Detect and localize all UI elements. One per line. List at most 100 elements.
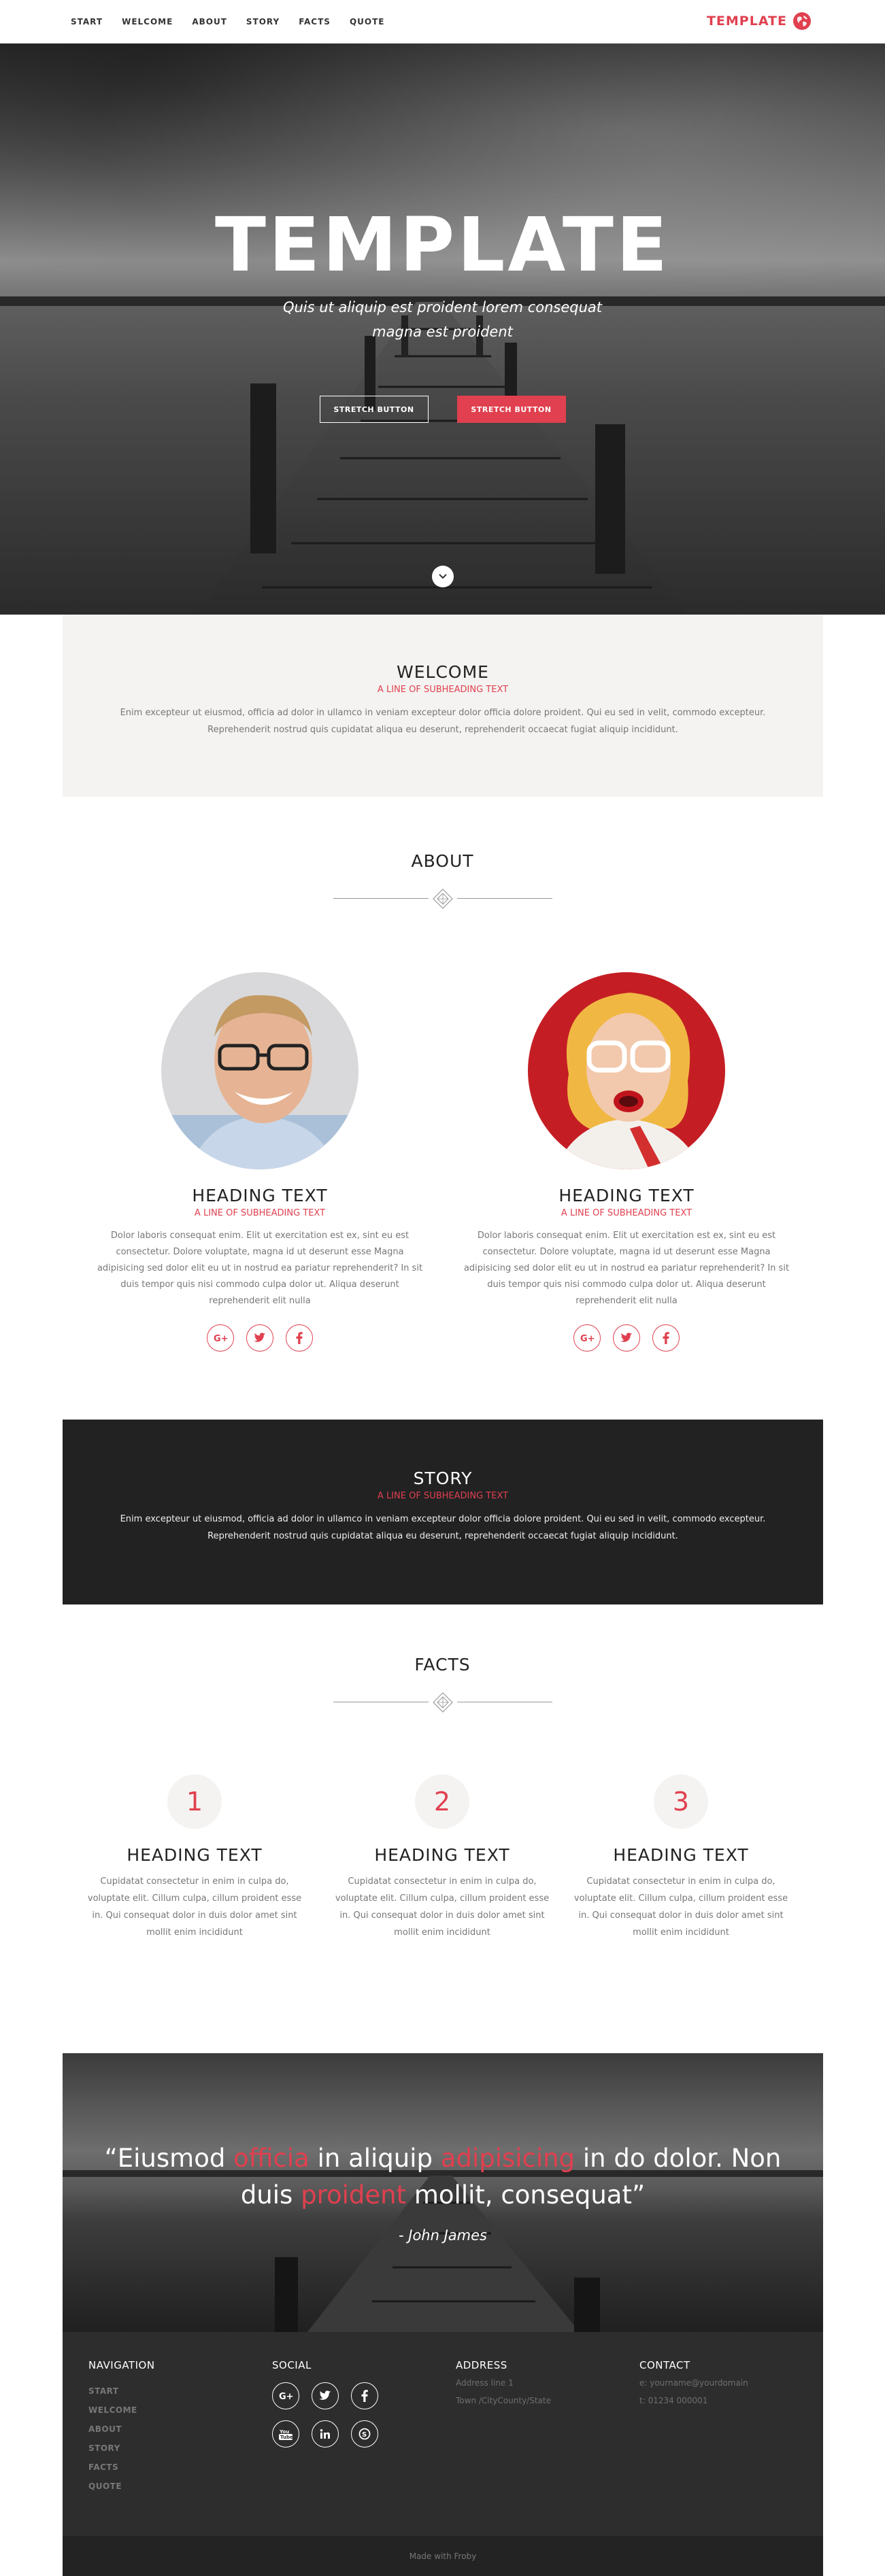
fact-number: 3 bbox=[654, 1774, 708, 1829]
stretch-button-outline[interactable]: STRETCH BUTTON bbox=[319, 396, 429, 423]
welcome-section: WELCOME A LINE OF SUBHEADING TEXT Enim e… bbox=[63, 615, 823, 797]
facebook-icon bbox=[663, 1332, 669, 1344]
footer-navigation-title: NAVIGATION bbox=[88, 2359, 155, 2371]
about-person-2: HEADING TEXT A LINE OF SUBHEADING TEXT D… bbox=[450, 972, 803, 1352]
about-title: ABOUT bbox=[411, 851, 474, 871]
google-plus-button[interactable]: G+ bbox=[573, 1324, 601, 1352]
quote-author: - John James bbox=[399, 2227, 487, 2244]
facts-title: FACTS bbox=[414, 1655, 471, 1675]
facebook-button[interactable] bbox=[286, 1324, 313, 1352]
footer-contact-phone[interactable]: t: 01234 000001 bbox=[639, 2394, 809, 2407]
fact-number: 2 bbox=[415, 1774, 469, 1829]
twitter-icon bbox=[254, 1333, 266, 1342]
nav-link-facts[interactable]: FACTS bbox=[289, 17, 340, 27]
story-title: STORY bbox=[413, 1469, 473, 1488]
globe-icon bbox=[793, 12, 811, 30]
made-with-credit[interactable]: Made with Froby bbox=[410, 2552, 477, 2561]
person-1-socials: G+ bbox=[83, 1324, 437, 1352]
footer-contact-email[interactable]: e: yourname@yourdomain bbox=[639, 2377, 809, 2389]
welcome-title: WELCOME bbox=[397, 662, 489, 682]
hero-title: TEMPLATE bbox=[214, 201, 671, 288]
footer-twitter-button[interactable] bbox=[312, 2382, 339, 2409]
avatar-woman bbox=[528, 972, 725, 1169]
footer-social-title: SOCIAL bbox=[272, 2359, 312, 2371]
hero-buttons: STRETCH BUTTON STRETCH BUTTON bbox=[0, 396, 885, 423]
footer-link-about[interactable]: ABOUT bbox=[88, 2424, 258, 2434]
fact-heading: HEADING TEXT bbox=[374, 1845, 510, 1865]
footer-navigation: NAVIGATION START WELCOME ABOUT STORY FAC… bbox=[88, 2359, 258, 2491]
story-subheading: A LINE OF SUBHEADING TEXT bbox=[377, 1491, 509, 1501]
facts-header: FACTS bbox=[0, 1655, 885, 1713]
nav-link-quote[interactable]: QUOTE bbox=[340, 17, 395, 27]
fact-text: Cupidatat consectetur in enim in culpa d… bbox=[87, 1876, 302, 1938]
svg-text:G+: G+ bbox=[214, 1334, 228, 1343]
section-divider bbox=[333, 889, 552, 909]
footer-google-plus-button[interactable]: G+ bbox=[272, 2382, 299, 2409]
fact-item-1: 1 HEADING TEXT Cupidatat consectetur in … bbox=[86, 1774, 303, 1941]
footer-link-start[interactable]: START bbox=[88, 2386, 258, 2396]
quote-text: “Eiusmod officia in aliquip adipisicing … bbox=[104, 2144, 782, 2210]
twitter-icon bbox=[319, 2390, 331, 2400]
footer-link-welcome[interactable]: WELCOME bbox=[88, 2405, 258, 2415]
footer-contact-title: CONTACT bbox=[639, 2359, 690, 2371]
fact-item-3: 3 HEADING TEXT Cupidatat consectetur in … bbox=[572, 1774, 790, 1941]
nav-link-about[interactable]: ABOUT bbox=[182, 17, 237, 27]
welcome-text: Enim excepteur ut eiusmod, officia ad do… bbox=[120, 708, 766, 735]
footer-link-facts[interactable]: FACTS bbox=[88, 2462, 258, 2472]
nav-menu: START WELCOME ABOUT STORY FACTS QUOTE bbox=[63, 0, 394, 44]
svg-text:S: S bbox=[362, 2431, 367, 2439]
footer-youtube-button[interactable]: You Tube bbox=[272, 2420, 299, 2448]
nav-link-start[interactable]: START bbox=[63, 17, 112, 27]
footer-address-line-2: Town /CityCounty/State bbox=[456, 2396, 551, 2405]
section-divider bbox=[333, 1692, 552, 1713]
footer-contact: CONTACT e: yourname@yourdomain t: 01234 … bbox=[639, 2359, 809, 2407]
fact-heading: HEADING TEXT bbox=[613, 1845, 749, 1865]
quote-section: “Eiusmod officia in aliquip adipisicing … bbox=[63, 2053, 823, 2332]
footer-skype-button[interactable]: S bbox=[351, 2420, 378, 2448]
facebook-icon bbox=[296, 1332, 303, 1344]
person-2-subheading: A LINE OF SUBHEADING TEXT bbox=[561, 1208, 692, 1218]
stretch-button-red[interactable]: STRETCH BUTTON bbox=[456, 396, 566, 423]
story-section: STORY A LINE OF SUBHEADING TEXT Enim exc… bbox=[63, 1420, 823, 1604]
fact-item-2: 2 HEADING TEXT Cupidatat consectetur in … bbox=[333, 1774, 551, 1941]
facebook-button[interactable] bbox=[652, 1324, 680, 1352]
hero-subtitle: Quis ut aliquip est proident lorem conse… bbox=[282, 299, 603, 340]
twitter-button[interactable] bbox=[613, 1324, 640, 1352]
hero-section: TEMPLATE Quis ut aliquip est proident lo… bbox=[0, 44, 885, 615]
nav-link-story[interactable]: STORY bbox=[237, 17, 289, 27]
person-1-text: Dolor laboris consequat enim. Elit ut ex… bbox=[97, 1231, 423, 1306]
facebook-icon bbox=[361, 2390, 368, 2402]
svg-text:Tube: Tube bbox=[280, 2435, 293, 2440]
scroll-down-button[interactable] bbox=[432, 566, 454, 587]
brand-name: TEMPLATE bbox=[706, 14, 787, 29]
story-text: Enim excepteur ut eiusmod, officia ad do… bbox=[120, 1514, 766, 1541]
fact-number: 1 bbox=[167, 1774, 222, 1829]
top-navigation: START WELCOME ABOUT STORY FACTS QUOTE TE… bbox=[0, 0, 885, 44]
nav-link-welcome[interactable]: WELCOME bbox=[112, 17, 182, 27]
diamond-ornament-icon bbox=[432, 889, 453, 909]
person-1-subheading: A LINE OF SUBHEADING TEXT bbox=[194, 1208, 326, 1218]
fact-text: Cupidatat consectetur in enim in culpa d… bbox=[573, 1876, 788, 1938]
person-2-heading: HEADING TEXT bbox=[558, 1186, 695, 1205]
brand-logo[interactable]: TEMPLATE bbox=[707, 12, 812, 31]
svg-text:G+: G+ bbox=[580, 1334, 595, 1343]
person-2-text: Dolor laboris consequat enim. Elit ut ex… bbox=[463, 1231, 790, 1306]
woman-portrait-image bbox=[528, 972, 725, 1169]
footer-linkedin-button[interactable] bbox=[312, 2420, 339, 2448]
footer-link-story[interactable]: STORY bbox=[88, 2443, 258, 2453]
google-plus-icon: G+ bbox=[279, 2392, 293, 2401]
about-person-1: HEADING TEXT A LINE OF SUBHEADING TEXT D… bbox=[83, 972, 437, 1352]
twitter-button[interactable] bbox=[246, 1324, 273, 1352]
google-plus-button[interactable]: G+ bbox=[207, 1324, 234, 1352]
person-2-socials: G+ bbox=[450, 1324, 803, 1352]
welcome-subheading: A LINE OF SUBHEADING TEXT bbox=[377, 685, 509, 695]
youtube-icon: YouTube bbox=[279, 2429, 293, 2440]
twitter-icon bbox=[620, 1333, 633, 1342]
footer-link-quote[interactable]: QUOTE bbox=[88, 2481, 258, 2491]
diamond-ornament-icon bbox=[432, 1692, 453, 1713]
footer-facebook-button[interactable] bbox=[351, 2382, 378, 2409]
svg-text:G+: G+ bbox=[279, 2392, 293, 2401]
fact-heading: HEADING TEXT bbox=[127, 1845, 263, 1865]
footer-social: SOCIAL G+ You Tube S bbox=[272, 2359, 442, 2448]
man-portrait-image bbox=[161, 972, 358, 1169]
